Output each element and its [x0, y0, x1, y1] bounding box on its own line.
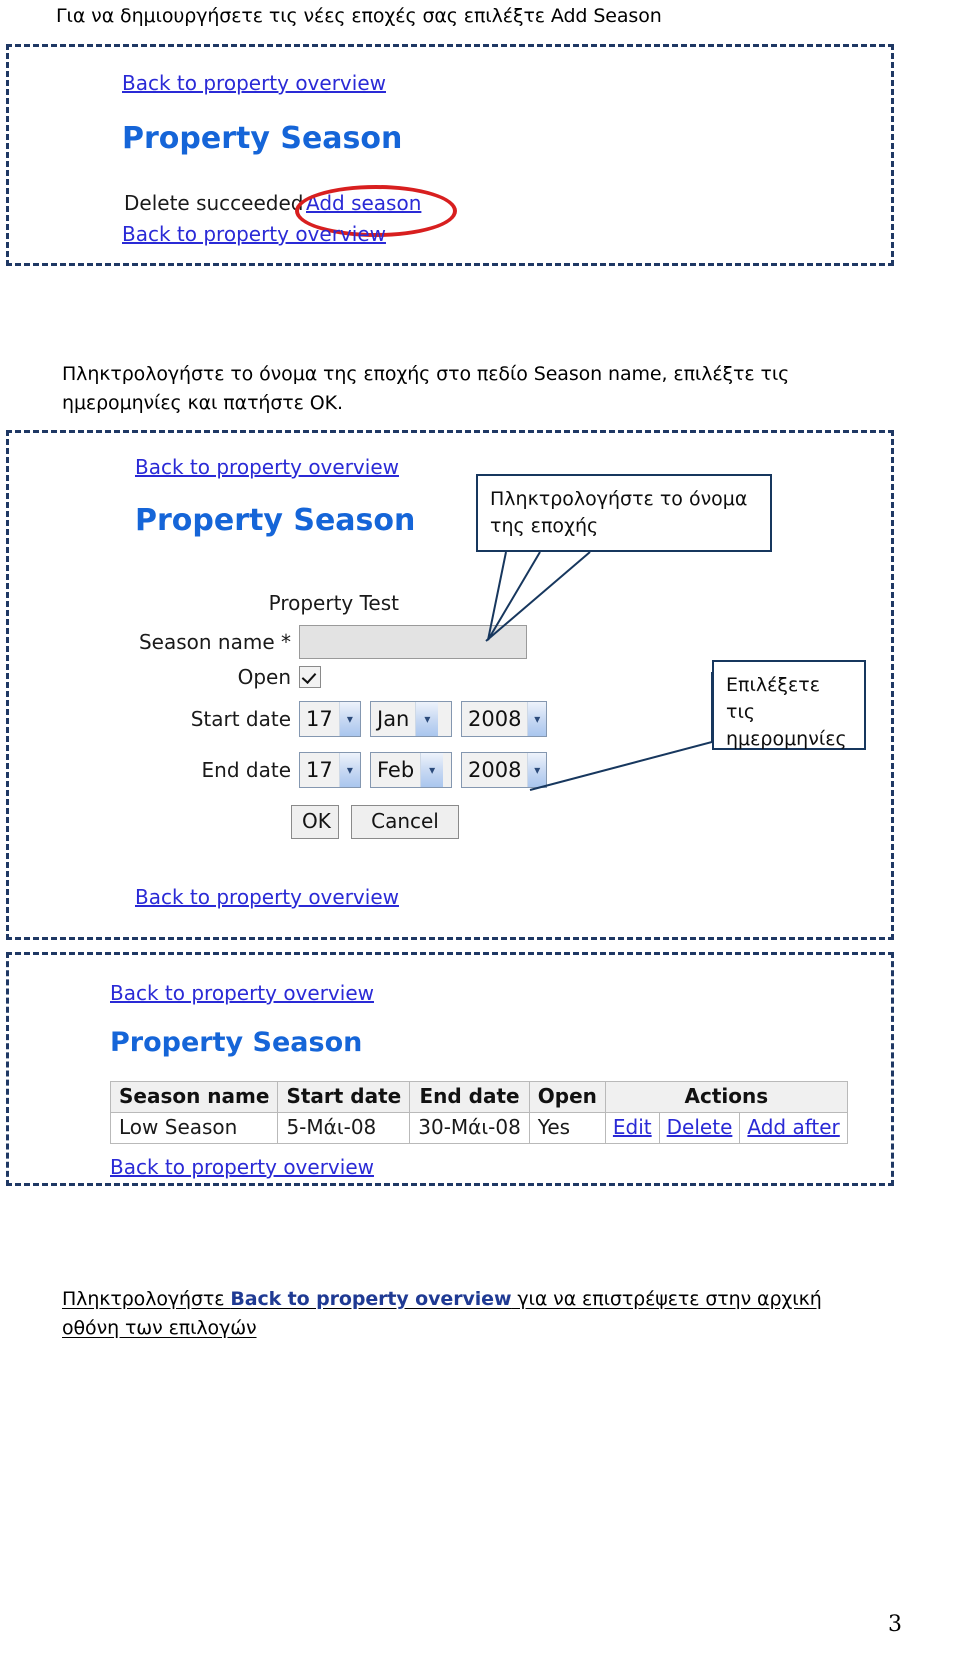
column-header-actions: Actions — [604, 1081, 848, 1113]
link-back-to-property-overview-top[interactable]: Back to property overview — [122, 71, 386, 95]
column-header-end-date: End date — [409, 1081, 530, 1113]
cell-open: Yes — [528, 1112, 606, 1144]
instruction-bottom-before: Πληκτρολογήστε — [62, 1288, 231, 1310]
cell-end-date: 30-Μάι-08 — [409, 1112, 530, 1144]
cell-action-edit[interactable]: Edit — [604, 1112, 660, 1144]
link-delete[interactable]: Delete — [667, 1115, 733, 1139]
link-add-season[interactable]: Add season — [306, 191, 421, 215]
callout-select-dates: Επιλέξετε τις ημερομηνίες — [712, 660, 866, 750]
end-year-select[interactable]: 2008 ▾ — [461, 752, 547, 788]
start-day-value: 17 — [306, 707, 333, 731]
document-page: Για να δημιουργήσετε τις νέες εποχές σας… — [0, 0, 960, 1661]
cell-season-name: Low Season — [109, 1112, 279, 1144]
chevron-down-icon: ▾ — [420, 753, 444, 787]
link-back-to-property-overview-bottom[interactable]: Back to property overview — [135, 885, 399, 909]
link-back-to-property-overview-bottom[interactable]: Back to property overview — [110, 1155, 374, 1179]
link-back-to-property-overview-bottom[interactable]: Back to property overview — [122, 222, 386, 246]
season-name-input[interactable] — [299, 625, 527, 659]
chevron-down-icon: ▾ — [338, 702, 360, 736]
cell-start-date: 5-Μάι-08 — [277, 1112, 411, 1144]
column-header-season-name: Season name — [109, 1081, 279, 1113]
start-day-select[interactable]: 17 ▾ — [299, 701, 361, 737]
cancel-button[interactable]: Cancel — [351, 805, 459, 839]
start-month-value: Jan — [377, 707, 410, 731]
end-month-value: Feb — [377, 758, 415, 782]
screenshot-frame-delete-succeeded: Back to property overview Property Seaso… — [6, 44, 894, 266]
label-end-date: End date — [201, 758, 291, 782]
form-row-buttons: OK Cancel — [291, 805, 471, 839]
label-property-test: Property Test — [268, 591, 399, 615]
chevron-down-icon: ▾ — [338, 753, 360, 787]
start-year-select[interactable]: 2008 ▾ — [461, 701, 547, 737]
end-day-value: 17 — [306, 758, 333, 782]
link-add-after[interactable]: Add after — [747, 1115, 839, 1139]
end-year-value: 2008 — [468, 758, 522, 782]
end-day-select[interactable]: 17 ▾ — [299, 752, 361, 788]
instruction-text-top: Για να δημιουργήσετε τις νέες εποχές σας… — [56, 5, 662, 27]
instruction-bottom-keyword: Back to property overview — [230, 1288, 512, 1310]
season-table: Season name Start date End date Open Act… — [109, 1081, 848, 1144]
form-row-open: Open — [109, 665, 321, 689]
form-row-end-date: End date 17 ▾ Feb ▾ 2008 ▾ — [109, 752, 556, 788]
page-title-property-season: Property Season — [135, 503, 416, 538]
form-row-property: Property Test — [109, 591, 399, 615]
form-row-season-name: Season name * — [109, 625, 527, 659]
form-row-start-date: Start date 17 ▾ Jan ▾ 2008 ▾ — [109, 701, 556, 737]
chevron-down-icon: ▾ — [527, 753, 546, 787]
page-number: 3 — [888, 1612, 902, 1637]
link-edit[interactable]: Edit — [613, 1115, 652, 1139]
page-title-property-season: Property Season — [110, 1027, 363, 1058]
label-season-name: Season name * — [138, 630, 291, 654]
label-start-date: Start date — [190, 707, 291, 731]
end-month-select[interactable]: Feb ▾ — [370, 752, 452, 788]
column-header-open: Open — [528, 1081, 606, 1113]
open-checkbox[interactable] — [299, 666, 321, 688]
screenshot-frame-season-list: Back to property overview Property Seaso… — [6, 952, 894, 1186]
table-header-row: Season name Start date End date Open Act… — [109, 1081, 848, 1113]
chevron-down-icon: ▾ — [415, 702, 439, 736]
label-open: Open — [237, 665, 291, 689]
page-title-property-season: Property Season — [122, 121, 403, 156]
link-back-to-property-overview-top[interactable]: Back to property overview — [135, 455, 399, 479]
start-month-select[interactable]: Jan ▾ — [370, 701, 452, 737]
link-back-to-property-overview-top[interactable]: Back to property overview — [110, 981, 374, 1005]
callout-type-season-name: Πληκτρολογήστε το όνομα της εποχής — [476, 474, 772, 552]
status-message-delete-succeeded: Delete succeeded — [124, 191, 304, 215]
column-header-start-date: Start date — [277, 1081, 411, 1113]
cell-action-delete[interactable]: Delete — [658, 1112, 741, 1144]
instruction-text-middle: Πληκτρολογήστε το όνομα της εποχής στο π… — [62, 363, 790, 414]
instruction-text-bottom: Πληκτρολογήστε Back to property overview… — [62, 1285, 862, 1343]
chevron-down-icon: ▾ — [527, 702, 546, 736]
cell-action-add-after[interactable]: Add after — [739, 1112, 848, 1144]
start-year-value: 2008 — [468, 707, 522, 731]
table-row: Low Season 5-Μάι-08 30-Μάι-08 Yes Edit D… — [109, 1112, 848, 1144]
ok-button[interactable]: OK — [291, 805, 339, 839]
